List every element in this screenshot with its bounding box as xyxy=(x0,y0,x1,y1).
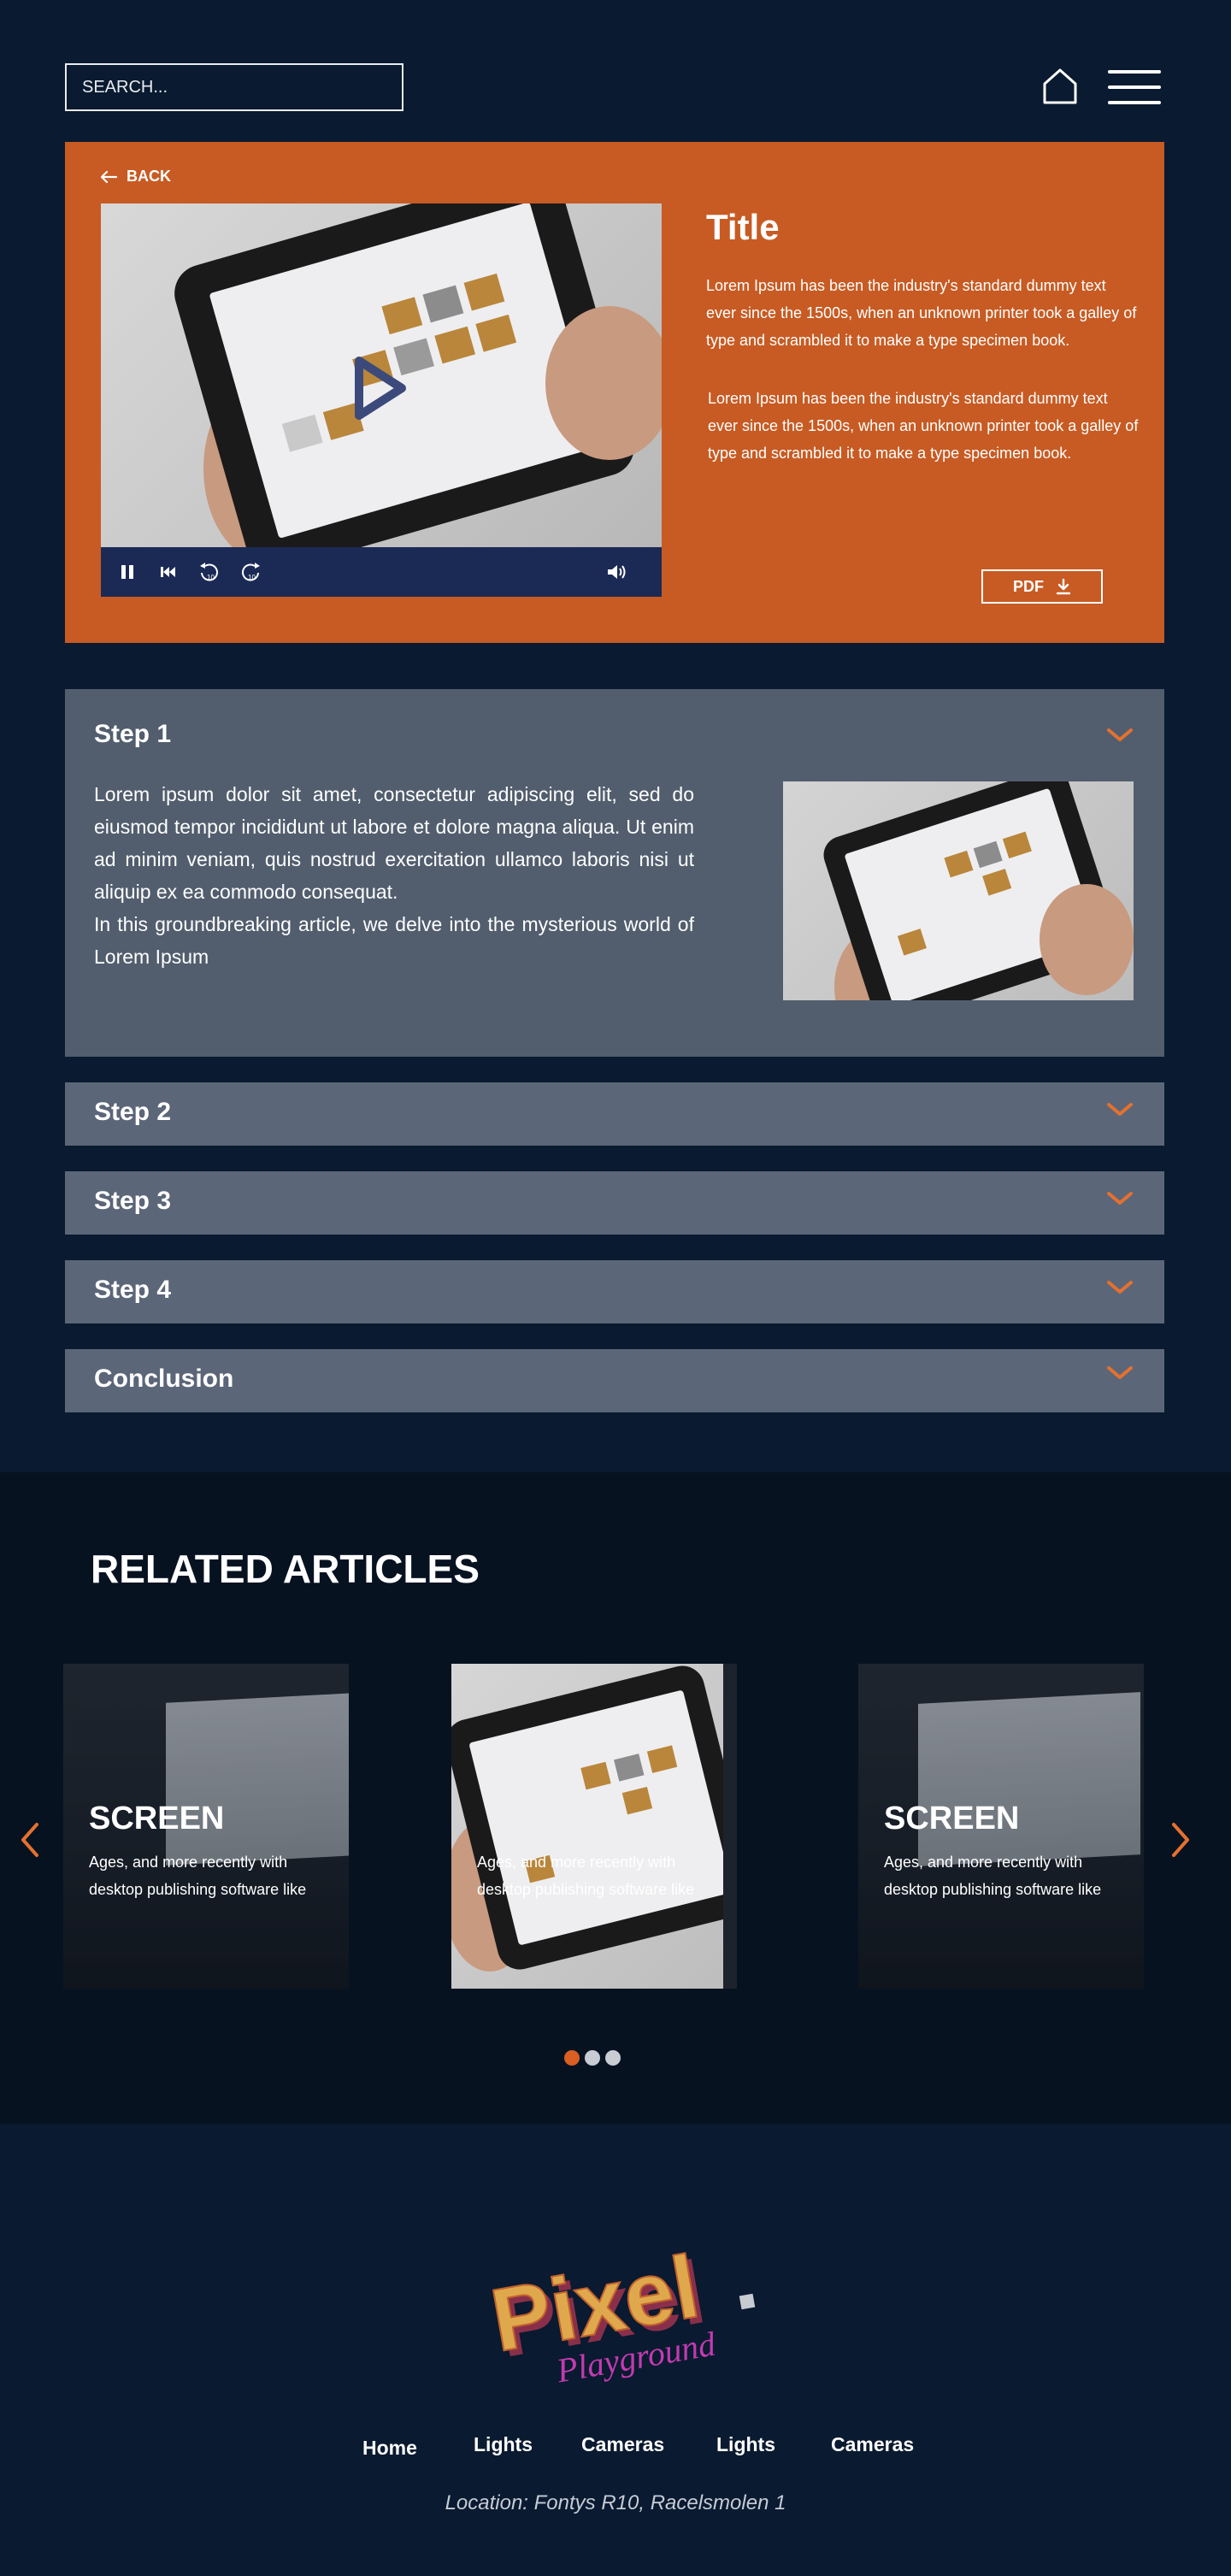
pause-icon[interactable] xyxy=(116,561,138,583)
step-image xyxy=(783,781,1134,1000)
svg-text:10: 10 xyxy=(248,574,256,581)
nav-link-cameras[interactable]: Cameras xyxy=(831,2433,914,2456)
play-icon[interactable] xyxy=(349,354,409,422)
carousel-dot[interactable] xyxy=(564,2050,580,2066)
card-text: Ages, and more recently with desktop pub… xyxy=(89,1854,307,1898)
carousel-dot[interactable] xyxy=(585,2050,600,2066)
hamburger-menu-icon[interactable] xyxy=(1108,70,1161,104)
search-input[interactable] xyxy=(65,63,403,111)
chevron-right-icon[interactable] xyxy=(1169,1821,1192,1859)
hero-paragraph: Lorem Ipsum has been the industry's stan… xyxy=(708,390,1139,462)
nav-link-cameras[interactable]: Cameras xyxy=(581,2433,664,2456)
chevron-down-icon[interactable] xyxy=(1106,1365,1134,1382)
step-paragraph: Lorem ipsum dolor sit amet, consectetur … xyxy=(94,783,694,903)
pdf-download-button[interactable]: PDF xyxy=(981,569,1103,604)
accordion-step-2[interactable]: Step 2 xyxy=(65,1082,1164,1146)
carousel-dot[interactable] xyxy=(605,2050,621,2066)
pdf-label: PDF xyxy=(1013,577,1044,595)
step-title[interactable]: Conclusion xyxy=(94,1365,233,1394)
article-card[interactable]: SCREEN Ages, and more recently with desk… xyxy=(63,1664,349,1989)
accordion-conclusion[interactable]: Conclusion xyxy=(65,1349,1164,1412)
nav-link-lights[interactable]: Lights xyxy=(716,2433,775,2456)
card-title: SCREEN xyxy=(884,1801,1020,1836)
nav-link-lights[interactable]: Lights xyxy=(474,2433,533,2456)
step-title[interactable]: Step 3 xyxy=(94,1187,171,1216)
volume-icon[interactable] xyxy=(605,561,627,583)
arrow-left-icon xyxy=(100,170,118,183)
back-label: BACK xyxy=(127,168,171,185)
chevron-down-icon[interactable] xyxy=(1106,1279,1134,1296)
video-controls: 10 10 xyxy=(101,547,662,597)
back-button[interactable]: BACK xyxy=(99,168,171,186)
chevron-down-icon[interactable] xyxy=(1106,727,1134,744)
card-text: Ages, and more recently with desktop pub… xyxy=(477,1854,695,1898)
step-body: Lorem ipsum dolor sit amet, consectetur … xyxy=(94,778,694,973)
article-card[interactable]: Ages, and more recently with desktop pub… xyxy=(451,1664,737,1989)
hero-paragraph: Lorem Ipsum has been the industry's stan… xyxy=(706,277,1137,349)
step-paragraph: In this groundbreaking article, we delve… xyxy=(94,913,694,968)
carousel-dots xyxy=(564,2050,621,2066)
chevron-down-icon[interactable] xyxy=(1106,1190,1134,1207)
article-card[interactable]: SCREEN Ages, and more recently with desk… xyxy=(858,1664,1144,1989)
pixel-playground-logo: Pixel Pixel Playground xyxy=(484,2237,756,2389)
forward-10-icon[interactable]: 10 xyxy=(239,561,262,583)
accordion-step-3[interactable]: Step 3 xyxy=(65,1171,1164,1235)
home-icon[interactable] xyxy=(1041,67,1079,106)
hero-title: Title xyxy=(706,207,780,247)
location-text: Location: Fontys R10, Racelsmolen 1 xyxy=(445,2491,786,2514)
related-title: RELATED ARTICLES xyxy=(91,1547,480,1591)
step-title[interactable]: Step 1 xyxy=(94,720,171,749)
video-player[interactable]: 10 10 xyxy=(101,203,662,597)
download-icon xyxy=(1056,578,1071,595)
svg-text:10: 10 xyxy=(207,574,215,581)
step-title[interactable]: Step 2 xyxy=(94,1098,171,1127)
rewind-10-icon[interactable]: 10 xyxy=(198,561,221,583)
hero-section: BACK 10 10 Title Lorem Ipsum has been th… xyxy=(65,142,1164,643)
accordion-step-4[interactable]: Step 4 xyxy=(65,1260,1164,1323)
chevron-down-icon[interactable] xyxy=(1106,1101,1134,1118)
skip-back-icon[interactable] xyxy=(157,561,180,583)
chevron-left-icon[interactable] xyxy=(19,1821,41,1859)
nav-link-home[interactable]: Home xyxy=(362,2437,417,2460)
related-articles-section: RELATED ARTICLES SCREEN Ages, and more r… xyxy=(0,1472,1231,2124)
accordion-step-1: Step 1 Lorem ipsum dolor sit amet, conse… xyxy=(65,689,1164,1057)
step-title[interactable]: Step 4 xyxy=(94,1276,171,1305)
card-title: SCREEN xyxy=(89,1801,225,1836)
card-text: Ages, and more recently with desktop pub… xyxy=(884,1854,1102,1898)
